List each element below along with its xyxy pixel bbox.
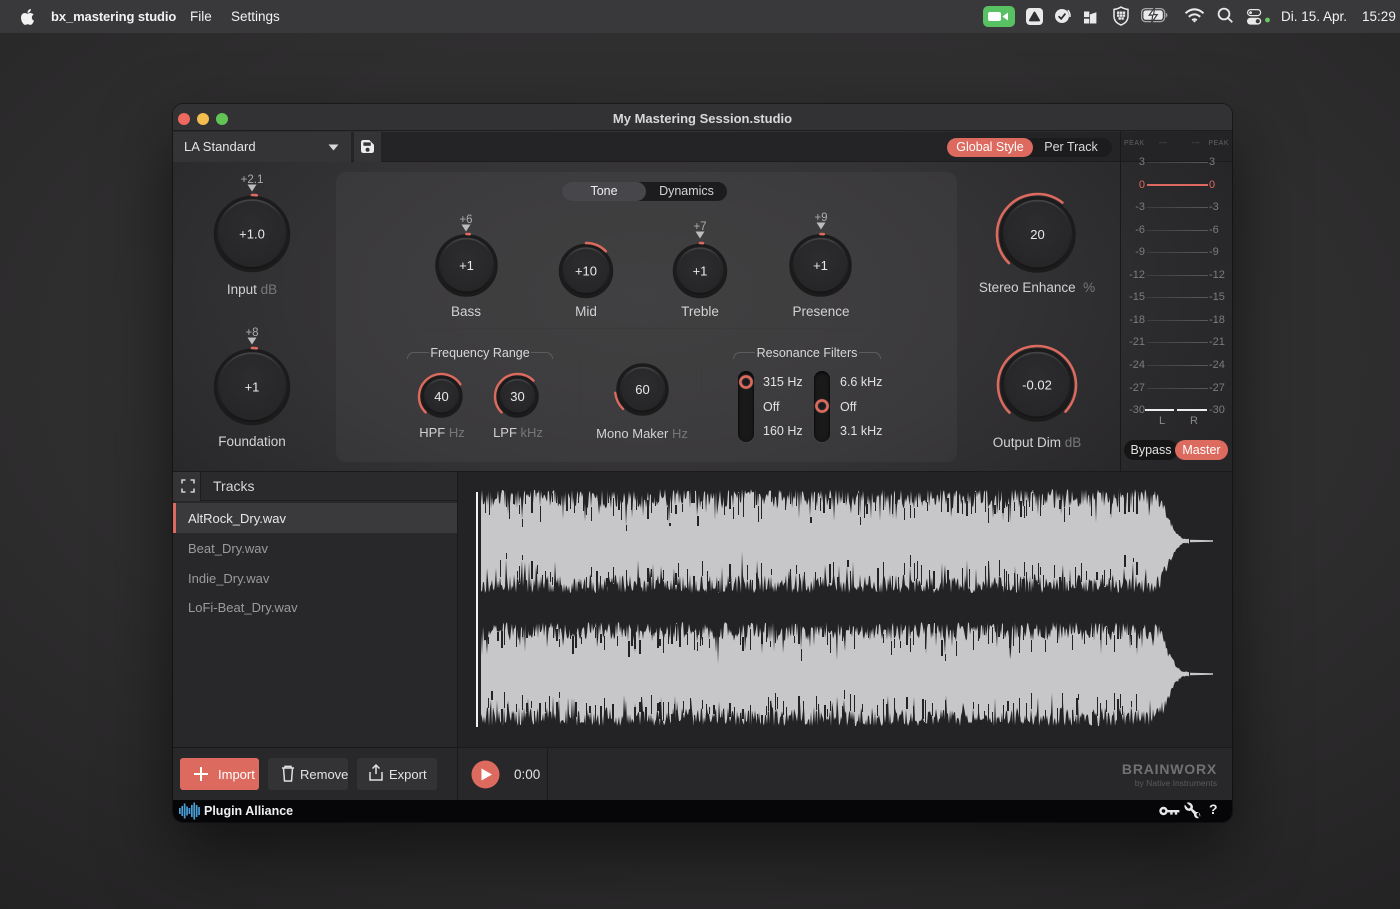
svg-text:20: 20 (1030, 227, 1044, 242)
svg-text:60: 60 (635, 382, 649, 397)
svg-text:30: 30 (510, 389, 524, 404)
svg-text:Export: Export (389, 767, 427, 782)
svg-text:+1: +1 (813, 258, 828, 273)
svg-text:+1: +1 (459, 258, 474, 273)
svg-text:+1: +1 (693, 264, 708, 279)
svg-text:-0.02: -0.02 (1022, 378, 1052, 393)
svg-text:Import: Import (218, 767, 255, 782)
svg-text:+1: +1 (245, 380, 260, 395)
svg-text:+10: +10 (575, 264, 597, 279)
svg-text:40: 40 (434, 389, 448, 404)
svg-text:Remove: Remove (300, 767, 348, 782)
svg-text:+1.0: +1.0 (239, 227, 265, 242)
